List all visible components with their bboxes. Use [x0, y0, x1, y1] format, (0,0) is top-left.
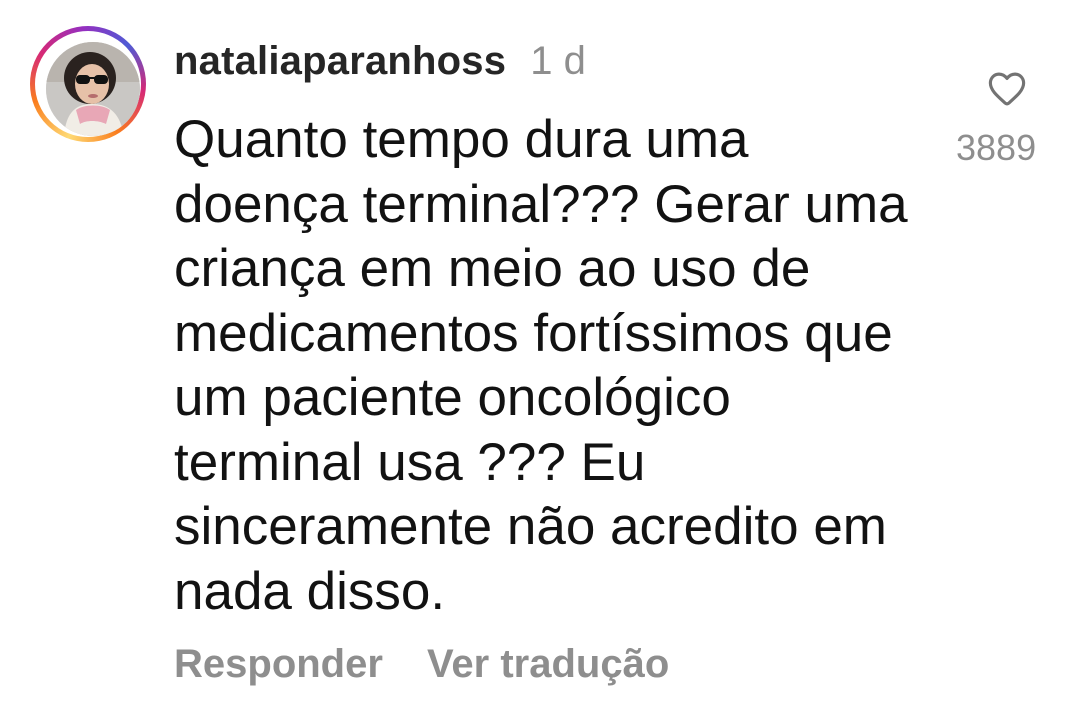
avatar-story-ring[interactable]	[30, 26, 146, 142]
comment-actions: Responder Ver tradução	[174, 636, 669, 692]
avatar-photo	[46, 42, 140, 136]
reply-button[interactable]: Responder	[174, 642, 383, 687]
like-count: 3889	[956, 127, 1037, 165]
avatar[interactable]	[46, 42, 140, 136]
like-column: 3889	[950, 64, 1064, 164]
comment-text: Quanto tempo dura uma doença terminal???…	[174, 110, 908, 621]
comment-header: nataliaparanhoss 1 d	[174, 34, 586, 88]
translate-button[interactable]: Ver tradução	[427, 642, 669, 687]
heart-outline-icon[interactable]	[986, 68, 1028, 110]
username[interactable]: nataliaparanhoss	[174, 39, 506, 84]
timestamp: 1 d	[530, 38, 586, 83]
comment: nataliaparanhoss 1 d Quanto tempo dura u…	[0, 0, 1080, 714]
